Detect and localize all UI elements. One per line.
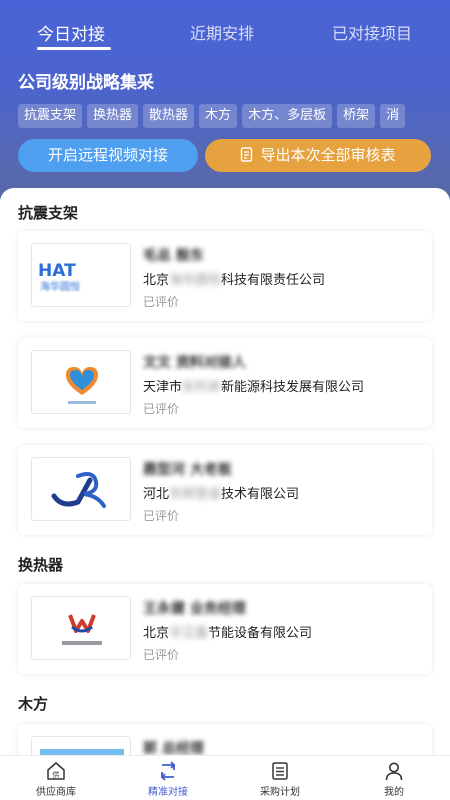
nav-label: 我的: [384, 787, 404, 798]
person-icon: [338, 760, 450, 782]
group-title: 木方: [18, 695, 49, 713]
nav-precise-match[interactable]: 精准对接: [112, 760, 224, 798]
contact-name: 郭 总经理: [143, 741, 204, 755]
page-title: 公司级别战略集采: [18, 73, 154, 93]
contact-name: 聂型河 大老板: [143, 462, 232, 478]
chip-category[interactable]: 换热器: [87, 104, 139, 128]
tab-today[interactable]: 今日对接: [37, 20, 105, 45]
chip-category[interactable]: 木方、多层板: [242, 104, 333, 128]
w-logo-icon: [31, 596, 131, 660]
export-button-label: 导出本次全部审核表: [260, 146, 396, 164]
hat-logo-text: HAT: [38, 261, 76, 281]
status-text: 已评价: [143, 402, 180, 416]
chip-category[interactable]: 木方: [199, 104, 238, 128]
nav-label: 采购计划: [260, 787, 300, 798]
status-text: 已评价: [143, 295, 180, 309]
supplier-card[interactable]: 王永健 业务经理 北京华艾鑫节能设备有限公司 已评价: [18, 584, 432, 674]
nav-supplier-library[interactable]: 供 供应商库: [0, 760, 112, 798]
nav-label: 供应商库: [36, 787, 76, 798]
nav-label: 精准对接: [148, 787, 188, 798]
hat-logo-subtext: 海华圆恒: [40, 280, 80, 293]
contact-name: 王永健 业务经理: [143, 601, 246, 617]
group-title: 抗震支架: [18, 204, 79, 222]
supplier-card[interactable]: HAT 海华圆恒 毛总 殷东 北京海华圆恒科技有限责任公司 已评价: [18, 231, 432, 321]
bottom-nav: 供 供应商库 精准对接 采购计划 我的: [0, 755, 450, 800]
status-text: 已评价: [143, 648, 180, 662]
tab-completed[interactable]: 已对接项目: [332, 20, 412, 44]
nav-profile[interactable]: 我的: [338, 760, 450, 798]
document-icon: [240, 141, 254, 174]
company-name: 河北京辉管道技术有限公司: [143, 487, 300, 502]
chip-category[interactable]: 桥架: [337, 104, 376, 128]
chip-category[interactable]: 抗震支架: [18, 104, 83, 128]
list-icon: [224, 760, 336, 782]
company-name: 北京海华圆恒科技有限责任公司: [143, 273, 326, 288]
chip-category[interactable]: 消: [380, 104, 406, 128]
company-name: 北京华艾鑫节能设备有限公司: [143, 626, 313, 641]
group-title: 换热器: [18, 556, 64, 574]
supplier-card[interactable]: 郭 总经理: [18, 724, 432, 755]
jr-logo-icon: [31, 457, 131, 521]
blue-logo-icon: [31, 736, 131, 755]
contact-name: 毛总 殷东: [143, 248, 204, 264]
category-chips: 抗震支架 换热器 散热器 木方 木方、多层板 桥架消: [18, 104, 450, 128]
start-video-button[interactable]: 开启远程视频对接: [18, 139, 198, 172]
content-panel: 抗震支架 HAT 海华圆恒 毛总 殷东 北京海华圆恒科技有限责任公司 已评价 文…: [0, 188, 450, 755]
status-text: 已评价: [143, 509, 180, 523]
supplier-home-icon: 供: [0, 760, 112, 782]
export-button[interactable]: 导出本次全部审核表: [205, 139, 431, 172]
contact-name: 文文 资料对接人: [143, 355, 246, 371]
chip-category[interactable]: 散热器: [143, 104, 195, 128]
heart-logo-icon: [31, 350, 131, 414]
svg-text:供: 供: [53, 770, 60, 779]
active-tab-indicator: [37, 47, 111, 50]
supplier-card[interactable]: 文文 资料对接人 天津市安利来新能源科技发展有限公司 已评价: [18, 338, 432, 428]
header: 今日对接 近期安排 已对接项目 公司级别战略集采 抗震支架 换热器 散热器 木方 木方、…: [0, 0, 450, 200]
supplier-card[interactable]: 聂型河 大老板 河北京辉管道技术有限公司 已评价: [18, 445, 432, 535]
nav-procurement-plan[interactable]: 采购计划: [224, 760, 336, 798]
sync-icon: [112, 760, 224, 782]
company-name: 天津市安利来新能源科技发展有限公司: [143, 380, 365, 395]
hat-icon: HAT 海华圆恒: [31, 243, 131, 307]
tab-upcoming[interactable]: 近期安排: [190, 20, 254, 44]
top-tabs: 今日对接 近期安排 已对接项目: [0, 0, 450, 60]
